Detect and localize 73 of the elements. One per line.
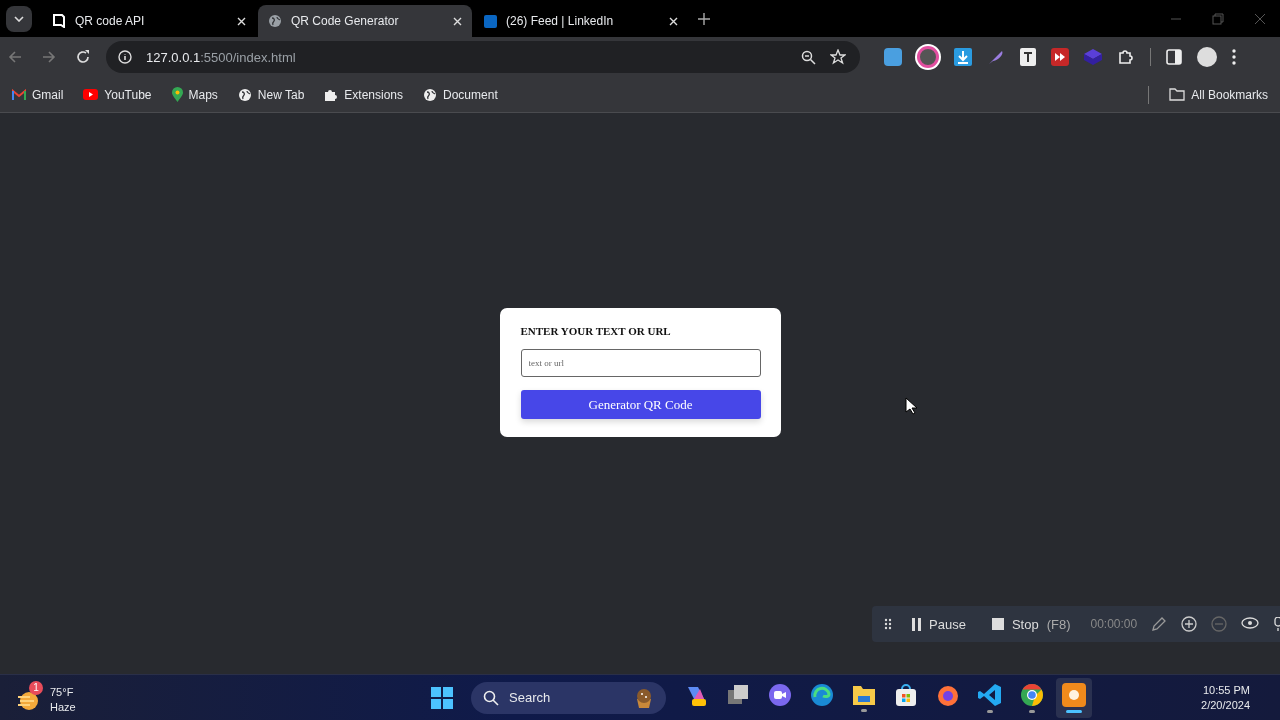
clock-time: 10:55 PM (1202, 682, 1250, 698)
shopping-bag-icon (894, 682, 919, 707)
taskbar-search[interactable]: Search (471, 681, 667, 714)
document-icon[interactable] (1020, 48, 1036, 66)
bookmark-link[interactable]: YouTube (83, 87, 152, 102)
mail-icon (12, 89, 26, 100)
start-icon[interactable] (431, 686, 454, 709)
all-bookmarks-button[interactable]: All Bookmarks (1169, 87, 1268, 102)
menu-icon[interactable] (1232, 49, 1236, 65)
side-panel-icon[interactable] (1166, 49, 1182, 65)
pause-icon (912, 617, 921, 631)
webcam-icon[interactable] (1241, 617, 1260, 631)
tab-title: QR code API (75, 14, 146, 28)
zoom-out-icon[interactable] (801, 49, 816, 65)
folder-icon (1169, 88, 1186, 101)
stop-icon (991, 618, 1004, 630)
tab-title: (26) Feed | LinkedIn (506, 14, 615, 28)
bookmark-link[interactable]: Document (423, 87, 498, 102)
fast-forward-icon[interactable] (1051, 48, 1069, 66)
info-icon[interactable] (118, 50, 132, 64)
back-icon[interactable] (8, 50, 22, 64)
address-bar[interactable]: 127.0.0.1:5500/index.html (106, 41, 860, 73)
reload-icon[interactable] (76, 50, 90, 64)
pencil-icon[interactable] (1151, 616, 1168, 632)
new-tab-icon[interactable] (698, 12, 710, 25)
chevron-down-icon (14, 15, 24, 22)
stop-button[interactable]: Stop (F8) (985, 615, 1077, 633)
form-heading: ENTER YOUR TEXT OR URL (520, 325, 672, 337)
star-icon[interactable] (830, 49, 846, 65)
mouse-cursor-icon (905, 397, 917, 415)
map-pin-icon (171, 87, 183, 102)
bookmark-link[interactable]: Gmail (12, 87, 64, 102)
bookmark-link[interactable]: Maps (171, 87, 218, 102)
puzzle-icon[interactable] (1117, 48, 1135, 66)
bookmark-link[interactable]: New Tab (237, 87, 305, 102)
generate-button[interactable]: Generator QR Code (520, 390, 761, 419)
forward-icon[interactable] (42, 50, 56, 64)
globe-icon (423, 87, 438, 102)
drag-handle-icon[interactable] (884, 618, 892, 630)
browser-tab[interactable]: QR Code Generator (258, 5, 472, 37)
url-text: 127.0.0.1:5500/index.html (146, 49, 296, 65)
video-chat-icon (768, 682, 793, 707)
play-icon (83, 89, 99, 100)
page-icon (52, 14, 66, 28)
code-editor-icon (978, 682, 1003, 707)
clock-date: 2/20/2024 (1201, 697, 1250, 713)
tab-title: QR Code Generator (291, 14, 400, 28)
search-icon (483, 689, 500, 706)
bookmark-link[interactable]: Extensions (324, 87, 404, 102)
tab-search-button[interactable] (6, 5, 32, 32)
profile-avatar[interactable] (1197, 47, 1217, 67)
notification-badge: 1 (29, 680, 43, 695)
browser-icon (1020, 682, 1045, 707)
weather-condition: Haze (50, 699, 76, 715)
globe-icon (268, 14, 282, 28)
weather-widget[interactable]: 1 75°F Haze (16, 680, 316, 715)
windows-icon (726, 682, 751, 707)
puzzle-icon (324, 87, 339, 102)
browser-icon (810, 682, 835, 707)
browser-tab[interactable]: (26) Feed | LinkedIn (474, 5, 688, 37)
text-input-field[interactable]: text or url (520, 349, 761, 377)
recording-timer: 00:00:00 (1090, 617, 1138, 631)
browser-tab[interactable]: QR code API (42, 5, 256, 37)
globe-icon (237, 87, 252, 102)
zoom-in-icon[interactable] (1181, 616, 1198, 632)
temperature-text: 75°F (50, 684, 75, 700)
folder-icon (852, 683, 877, 706)
microphone-icon[interactable] (1273, 617, 1280, 631)
pause-button[interactable]: Pause (906, 615, 972, 633)
extension-icon[interactable] (917, 46, 939, 68)
taskbar-app[interactable] (1056, 677, 1093, 718)
download-icon[interactable] (954, 48, 972, 66)
system-clock[interactable]: 10:55 PM 2/20/2024 (1201, 682, 1250, 713)
